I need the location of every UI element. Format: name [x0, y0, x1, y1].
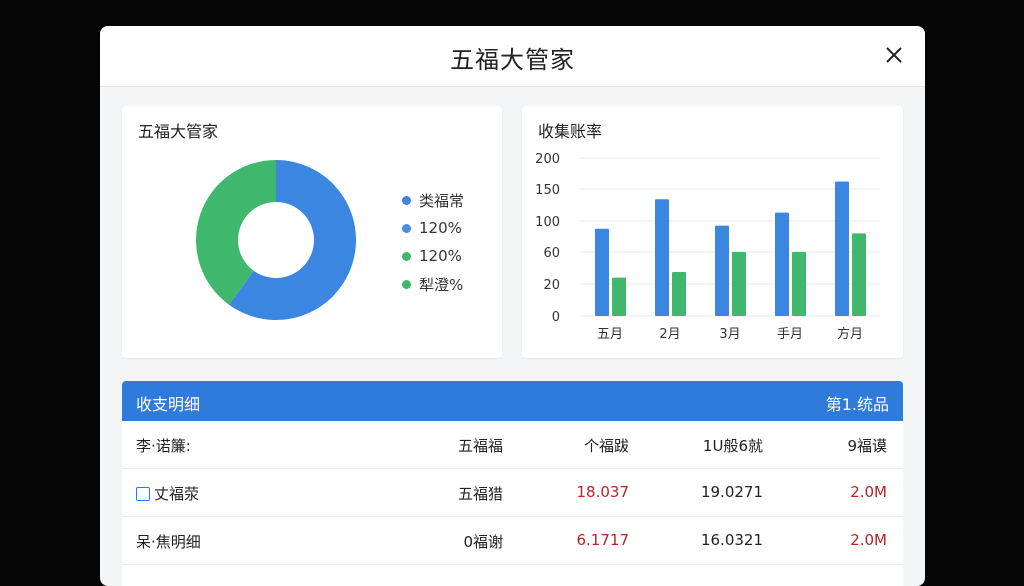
x-tick-label: 3月 [719, 327, 740, 342]
y-tick-label: 150 [535, 183, 560, 198]
donut-card-title: 五福大管家 [138, 122, 219, 141]
transactions-table: 收支明细 第1.统品 李·诺簾: 五福福 个福跋 1U般6就 9福谟 丈福荥 五… [122, 381, 903, 586]
table-cell: 五福猎 [457, 485, 503, 503]
x-tick-label: 五月 [597, 327, 623, 342]
dialog: 五福大管家 五福大管家 类福常 120% 120% 犁澄% 收集账率 0 20 … [100, 26, 925, 586]
legend-item: 类福常 [402, 186, 464, 214]
bar [835, 181, 849, 316]
legend-dot [402, 195, 411, 205]
legend-item: 120% [402, 214, 464, 242]
bar-chart-card: 收集账率 0 20 60 100 150 200 五月 2月 3月 手月 方月 [522, 106, 903, 358]
table-header-bar: 收支明细 第1.统品 [122, 381, 903, 421]
table-column-headers: 李·诺簾: 五福福 个福跋 1U般6就 9福谟 [122, 421, 903, 469]
table-cell: 6.1717 [576, 531, 630, 549]
x-tick-label: 2月 [659, 327, 680, 342]
table-cell: 0福谢 [463, 533, 503, 551]
table-cell: 丈福荥 [136, 483, 199, 504]
bar [852, 233, 866, 316]
legend-dot [402, 251, 411, 261]
bar [672, 272, 686, 316]
bar [715, 225, 729, 316]
row-checkbox[interactable] [136, 487, 150, 501]
table-cell: 18.037 [576, 483, 630, 501]
row-label: 丈福荥 [154, 485, 200, 503]
column-header: 1U般6就 [702, 437, 763, 455]
column-header: 五福福 [457, 437, 503, 455]
y-tick-label: 200 [535, 152, 560, 167]
bar [595, 228, 609, 316]
legend-label: 犁澄% [419, 275, 464, 294]
y-tick-label: 20 [543, 278, 560, 293]
x-tick-label: 手月 [777, 327, 803, 342]
table-cell: 16.0321 [700, 531, 763, 549]
column-header: 李·诺簾: [136, 437, 191, 455]
table-cell: 2.0M [850, 483, 887, 501]
table-cell: 呆·焦明细 [136, 533, 201, 551]
bar [775, 212, 789, 316]
legend-dot [402, 279, 411, 289]
table-cell: 2.0M [850, 531, 887, 549]
dialog-title: 五福大管家 [450, 46, 575, 74]
bar [612, 277, 626, 316]
legend-label: 120% [419, 247, 462, 265]
bar [655, 199, 669, 316]
bar-chart: 0 20 60 100 150 200 五月 2月 3月 手月 方月 [535, 152, 880, 342]
donut-card: 五福大管家 类福常 120% 120% 犁澄% [122, 106, 502, 358]
y-tick-label: 60 [543, 246, 560, 261]
column-header: 个福跋 [583, 437, 629, 455]
table-header-right[interactable]: 第1.统品 [826, 391, 889, 415]
table-cell: 19.0271 [700, 483, 763, 501]
legend-label: 类福常 [419, 191, 465, 210]
y-tick-label: 100 [535, 215, 560, 230]
legend-item: 120% [402, 242, 464, 270]
table-row[interactable]: 丈福荥 五福猎 18.037 19.0271 2.0M [122, 469, 903, 517]
table-title: 收支明细 [136, 395, 201, 414]
legend-dot [402, 223, 411, 233]
donut-legend: 类福常 120% 120% 犁澄% [402, 186, 464, 298]
legend-label: 120% [419, 219, 462, 237]
close-icon[interactable] [883, 44, 905, 66]
x-tick-label: 方月 [837, 326, 863, 342]
column-header: 9福谟 [847, 437, 887, 455]
table-row[interactable]: 呆·焦明细 0福谢 6.1717 16.0321 2.0M [122, 517, 903, 565]
bar [792, 252, 806, 316]
y-tick-label: 0 [552, 310, 560, 325]
bar [732, 252, 746, 316]
legend-item: 犁澄% [402, 270, 464, 298]
dialog-header: 五福大管家 [100, 26, 925, 87]
